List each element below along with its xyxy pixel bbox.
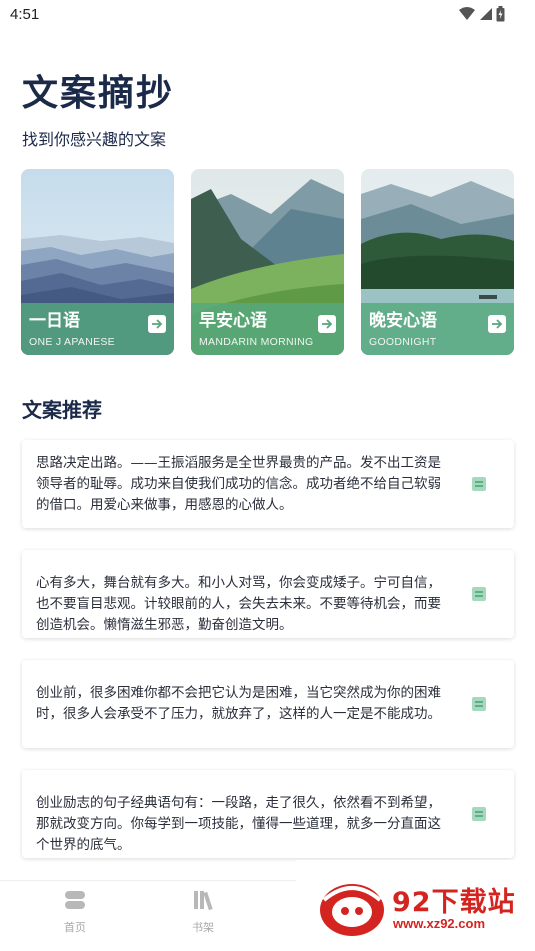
watermark-text: 92下载站 (392, 887, 516, 918)
note-icon[interactable] (472, 477, 486, 491)
wifi-icon (459, 7, 475, 20)
quote-text: 创业前，很多困难你都不会把它认为是困难，当它突然成为你的困难时，很多人会承受不了… (36, 685, 441, 722)
quote-text: 思路决定出路。——王振滔服务是全世界最贵的产品。发不出工资是领导者的耻辱。成功来… (36, 455, 441, 513)
battery-icon (496, 6, 505, 22)
note-icon[interactable] (472, 587, 486, 601)
watermark-url: www.xz92.com (393, 916, 485, 931)
category-cards: 一日语 ONE J APANESE 早安心语 MANDARIN MORNING (21, 169, 514, 355)
quote-card[interactable]: 创业励志的句子经典语句有：一段路，走了很久，依然看不到希望，那就改变方向。你每学… (22, 770, 514, 858)
arrow-right-icon[interactable] (318, 315, 336, 333)
tab-label: 首页 (64, 921, 86, 934)
page-subtitle: 找到你感兴趣的文案 (22, 130, 167, 149)
card-subtitle: MANDARIN MORNING (199, 336, 314, 348)
section-title: 文案推荐 (22, 398, 102, 422)
status-time: 4:51 (10, 6, 40, 23)
quote-card[interactable]: 心有多大，舞台就有多大。和小人对骂，你会变成矮子。宁可自信，也不要盲目悲观。计较… (22, 550, 514, 638)
quote-text: 创业励志的句子经典语句有：一段路，走了很久，依然看不到希望，那就改变方向。你每学… (36, 795, 441, 853)
signal-icon (480, 8, 492, 20)
home-icon (65, 891, 85, 909)
bookshelf-icon (194, 891, 213, 911)
arrow-right-icon[interactable] (488, 315, 506, 333)
note-icon[interactable] (472, 807, 486, 821)
tab-home[interactable]: 首页 (45, 889, 105, 935)
quote-card[interactable]: 创业前，很多困难你都不会把它认为是困难，当它突然成为你的困难时，很多人会承受不了… (22, 660, 514, 748)
arrow-right-icon[interactable] (148, 315, 166, 333)
card-title: 一日语 (29, 311, 80, 331)
note-icon[interactable] (472, 697, 486, 711)
status-icons (459, 6, 505, 22)
page-title: 文案摘抄 (22, 72, 175, 114)
watermark-logo-icon (320, 884, 384, 936)
quote-text: 心有多大，舞台就有多大。和小人对骂，你会变成矮子。宁可自信，也不要盲目悲观。计较… (36, 575, 441, 633)
card-subtitle: ONE J APANESE (29, 336, 115, 348)
quote-card[interactable]: 思路决定出路。——王振滔服务是全世界最贵的产品。发不出工资是领导者的耻辱。成功来… (22, 440, 514, 528)
watermark: 92下载站 www.xz92.com (296, 860, 535, 951)
card-title: 晚安心语 (369, 311, 437, 331)
card-goodnight[interactable]: 晚安心语 GOODNIGHT (361, 169, 514, 355)
tab-bookshelf[interactable]: 书架 (173, 889, 233, 935)
card-title: 早安心语 (199, 311, 267, 331)
card-mandarin-morning[interactable]: 早安心语 MANDARIN MORNING (191, 169, 344, 355)
status-bar: 4:51 (0, 0, 535, 30)
card-one-japanese[interactable]: 一日语 ONE J APANESE (21, 169, 174, 355)
card-subtitle: GOODNIGHT (369, 336, 437, 348)
tab-label: 书架 (192, 921, 214, 934)
